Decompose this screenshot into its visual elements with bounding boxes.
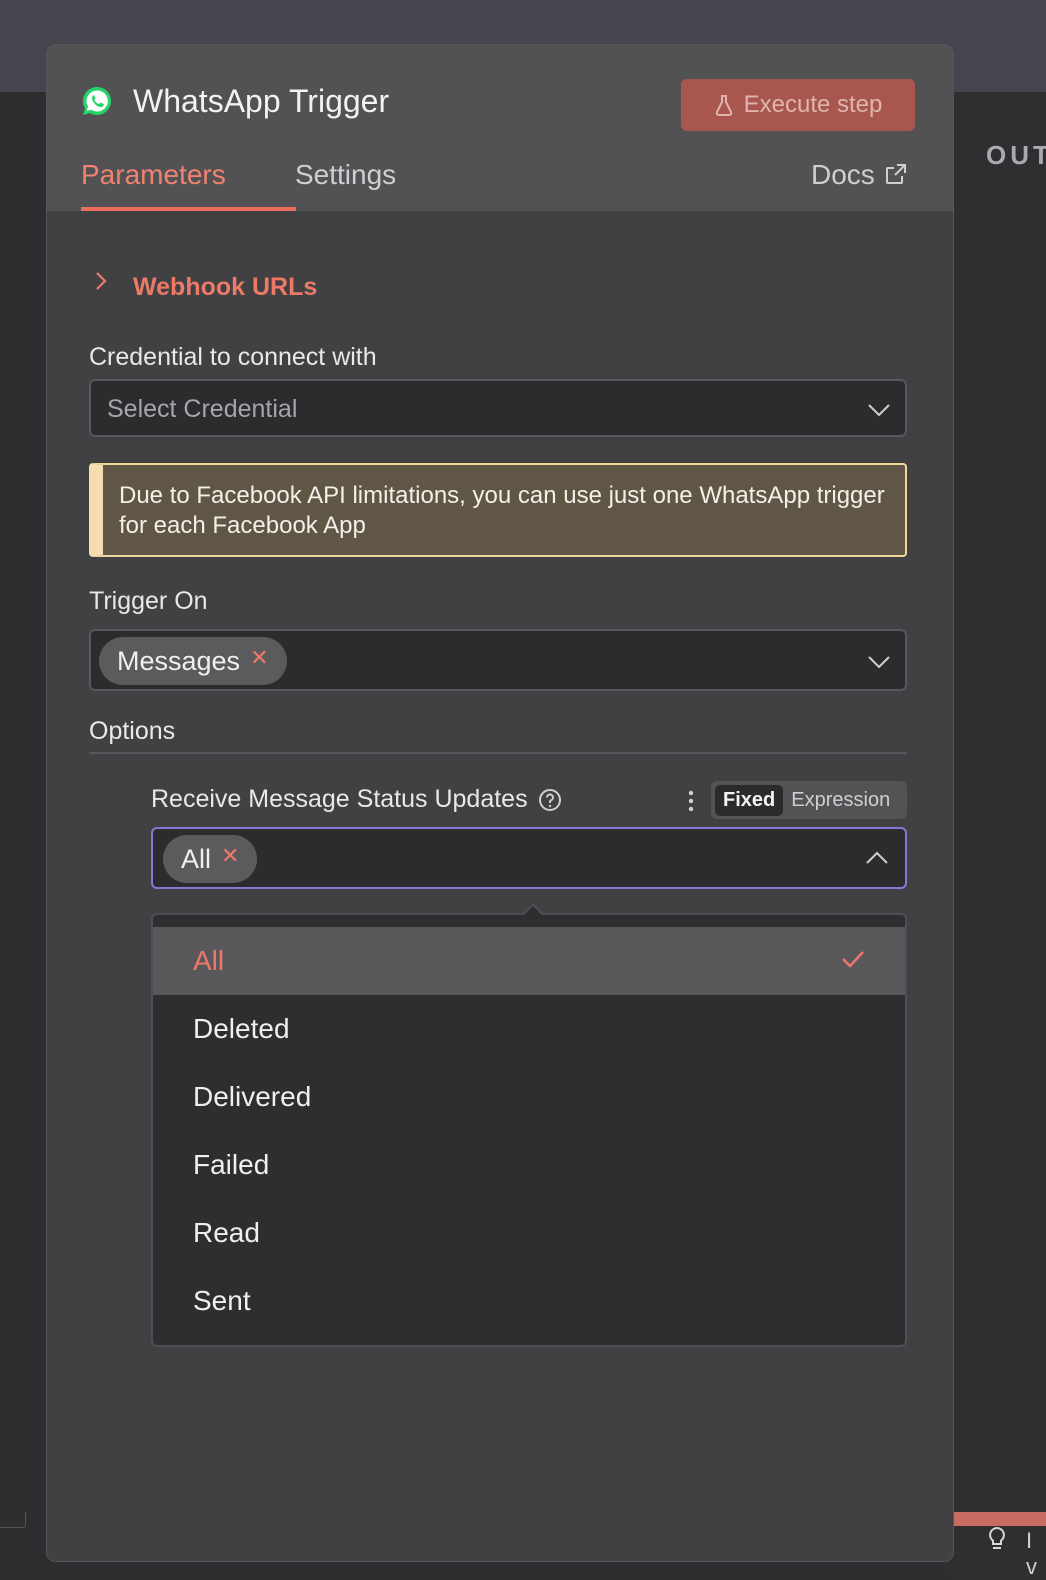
- close-icon[interactable]: ✕: [221, 843, 239, 869]
- execute-step-button[interactable]: Execute step: [681, 79, 915, 131]
- check-icon: [842, 951, 864, 968]
- dropdown-item-sent[interactable]: Sent: [153, 1267, 905, 1335]
- output-panel: [946, 92, 1046, 1578]
- options-divider: [89, 752, 907, 754]
- chevron-up-icon: [866, 851, 888, 864]
- dropdown-item-label: Deleted: [193, 1013, 290, 1044]
- chip-label: Messages: [117, 645, 241, 676]
- bottom-accent-strip: [946, 1512, 1046, 1526]
- tab-settings[interactable]: Settings: [295, 159, 396, 211]
- trigger-on-label: Trigger On: [89, 587, 208, 615]
- close-icon[interactable]: ✕: [250, 645, 268, 671]
- dropdown-item-all[interactable]: All: [153, 927, 905, 995]
- credential-select[interactable]: Select Credential: [89, 379, 907, 437]
- dropdown-item-deleted[interactable]: Deleted: [153, 995, 905, 1063]
- status-dropdown-menu: All Deleted Delivered Failed Read Sent: [151, 913, 907, 1347]
- status-chip-all: All ✕: [163, 835, 258, 883]
- tab-parameters[interactable]: Parameters: [81, 159, 296, 211]
- dropdown-item-label: Delivered: [193, 1081, 312, 1112]
- canvas-corner-marker: [0, 1512, 26, 1528]
- facebook-limitation-notice: Due to Facebook API limitations, you can…: [89, 463, 907, 557]
- status-updates-select[interactable]: [151, 827, 907, 889]
- dropdown-item-delivered[interactable]: Delivered: [153, 1063, 905, 1131]
- flask-icon: [715, 95, 732, 116]
- chevron-down-icon: [868, 656, 890, 669]
- options-label: Options: [89, 717, 176, 745]
- docs-link[interactable]: Docs: [811, 159, 907, 211]
- question-circle-icon[interactable]: [538, 788, 562, 812]
- dropdown-item-label: All: [193, 945, 225, 976]
- chevron-right-icon: [96, 271, 107, 290]
- dropdown-pointer-inner: [523, 906, 543, 916]
- lightbulb-icon[interactable]: [986, 1526, 1008, 1552]
- dropdown-item-label: Read: [193, 1217, 260, 1248]
- node-settings-panel: WhatsApp Trigger Execute step Parameters…: [46, 44, 954, 1562]
- panel-title: WhatsApp Trigger: [133, 83, 390, 119]
- credential-label: Credential to connect with: [89, 343, 377, 371]
- whatsapp-icon: [83, 86, 112, 115]
- chevron-down-icon: [868, 404, 890, 417]
- fixed-expression-toggle: Fixed Expression: [711, 781, 907, 819]
- dropdown-item-label: Sent: [193, 1285, 251, 1316]
- canvas-left-background: [0, 92, 48, 1578]
- output-panel-label: OUT: [986, 140, 1046, 170]
- mode-fixed[interactable]: Fixed: [715, 784, 784, 816]
- trigger-chip-messages: Messages ✕: [99, 637, 287, 685]
- vertical-dots-icon[interactable]: [687, 790, 695, 812]
- footer-text: I v: [1026, 1528, 1037, 1579]
- dropdown-item-label: Failed: [193, 1149, 270, 1180]
- dropdown-item-read[interactable]: Read: [153, 1199, 905, 1267]
- mode-expression[interactable]: Expression: [783, 785, 898, 816]
- webhook-urls-toggle[interactable]: Webhook URLs: [93, 259, 317, 302]
- execute-step-label: Execute step: [743, 91, 883, 118]
- docs-label: Docs: [811, 159, 875, 190]
- status-updates-label: Receive Message Status Updates: [151, 785, 528, 813]
- external-link-icon: [885, 164, 906, 184]
- chip-label: All: [181, 843, 212, 874]
- credential-placeholder: Select Credential: [107, 395, 298, 423]
- webhook-urls-label: Webhook URLs: [133, 273, 318, 301]
- dropdown-item-failed[interactable]: Failed: [153, 1131, 905, 1199]
